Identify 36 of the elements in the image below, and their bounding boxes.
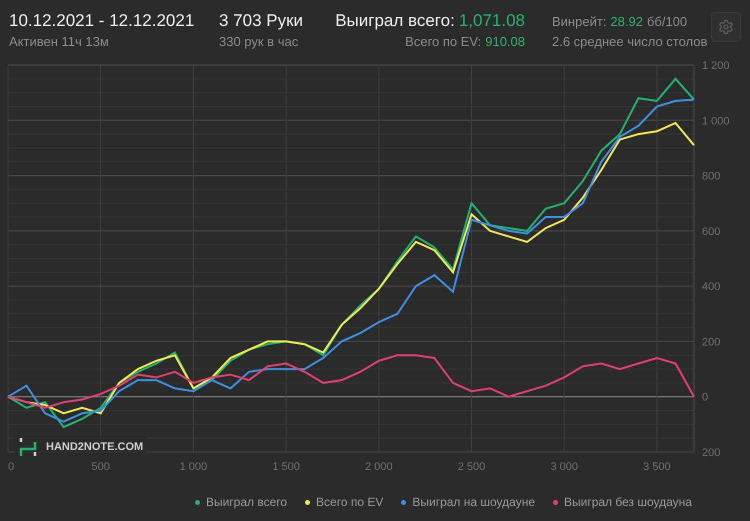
axis-tick-label: 600 xyxy=(702,226,720,238)
won-total-value: 1,071.08 xyxy=(458,10,525,32)
legend-label: Выиграл всего xyxy=(206,494,288,511)
date-range: 10.12.2021 - 12.12.2021 xyxy=(9,10,196,32)
won-total-label: Выиграл всего: xyxy=(335,10,455,32)
axis-tick-label: 0 xyxy=(8,461,14,473)
settings-button[interactable] xyxy=(711,12,741,42)
logo-icon xyxy=(18,436,38,458)
ev-total-value: 910.08 xyxy=(485,33,525,51)
axis-tick-label: 1 000 xyxy=(180,461,208,473)
axis-tick-label: 400 xyxy=(702,281,720,294)
average-tables: 2.6 среднее число столов xyxy=(552,32,708,52)
axis-tick-label: 3 000 xyxy=(550,461,578,473)
watermark-text: HAND2NOTE.COM xyxy=(46,440,144,455)
axis-tick-label: 500 xyxy=(92,461,110,473)
legend-label: Выиграл на шоудауне xyxy=(412,494,535,511)
axis-tick-label: 200 xyxy=(702,336,720,348)
axis-tick-label: 800 xyxy=(702,170,720,183)
hands-per-hour: 330 рук в час xyxy=(219,33,300,51)
winrate-unit: бб/100 xyxy=(646,13,688,31)
legend-label: Всего по EV xyxy=(316,494,384,511)
axis-tick-label: 1 000 xyxy=(702,115,730,128)
axis-tick-label: 1 200 xyxy=(702,60,730,72)
legend-label: Выиграл без шоудауна xyxy=(564,494,692,511)
axis-tick-label: 2 500 xyxy=(458,461,486,473)
winrate-label: Винрейт: xyxy=(552,13,606,31)
winrate-value: 28.92 xyxy=(610,13,643,31)
axis-tick-label: 3 500 xyxy=(643,461,671,473)
settings-icon xyxy=(718,19,734,35)
axis-tick-label: 200 xyxy=(702,447,720,459)
hand-count: 3 703 Руки xyxy=(219,10,304,32)
axis-tick-label: 1 500 xyxy=(272,461,300,473)
active-time: Активен 11ч 13м xyxy=(9,33,110,51)
axis-tick-label: 2 000 xyxy=(365,461,393,473)
axis-tick-label: 0 xyxy=(702,392,708,404)
ev-total-label: Всего по EV: xyxy=(405,33,482,51)
